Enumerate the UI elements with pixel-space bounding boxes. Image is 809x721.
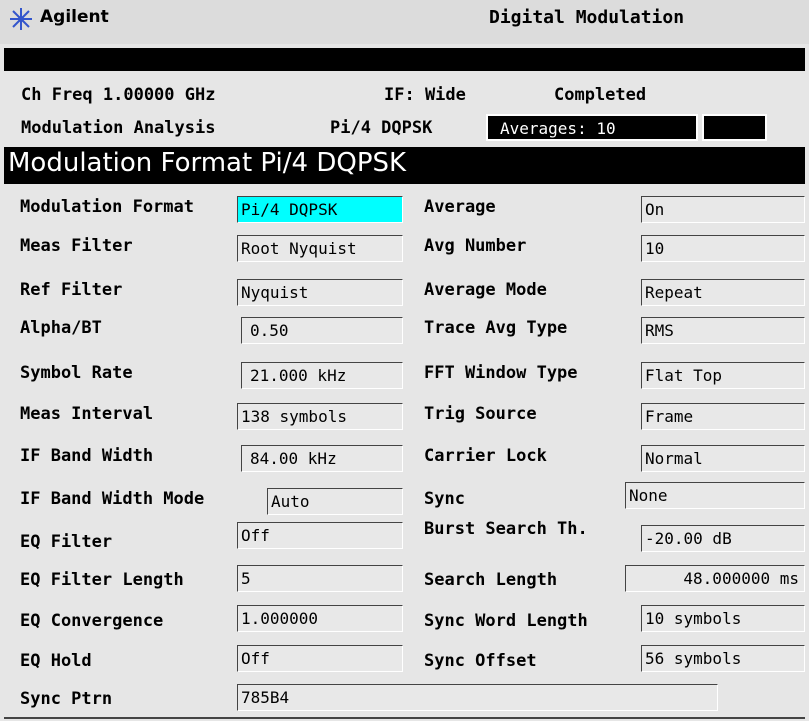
brand-name: Agilent: [40, 7, 109, 27]
eq-filter-label: EQ Filter: [20, 532, 113, 552]
meas-filter-field[interactable]: Root Nyquist: [237, 235, 403, 262]
meas-interval-field[interactable]: 138 symbols: [237, 403, 403, 430]
if-width-status: IF: Wide: [384, 85, 466, 105]
active-function-bar: Modulation Format Pi/4 DQPSK: [4, 147, 805, 184]
modulation-format-label: Modulation Format: [20, 197, 194, 217]
eq-hold-label: EQ Hold: [20, 651, 92, 671]
search-length-field[interactable]: 48.000000 ms: [625, 565, 805, 592]
fft-window-type-field[interactable]: Flat Top: [641, 362, 805, 389]
average-label: Average: [424, 197, 496, 217]
averages-indicator: Averages: 10: [486, 114, 698, 141]
ref-filter-label: Ref Filter: [20, 280, 123, 300]
format-status: Pi/4 DQPSK: [330, 118, 433, 138]
if-band-width-mode-label: IF Band Width Mode: [20, 489, 205, 509]
if-band-width-mode-field[interactable]: Auto: [267, 488, 403, 515]
sync-word-length-label: Sync Word Length: [424, 611, 588, 631]
burst-search-th-label: Burst Search Th.: [424, 519, 588, 539]
averages-count: Averages: 10: [500, 119, 616, 138]
trace-avg-type-field[interactable]: RMS: [641, 317, 805, 344]
trig-source-field[interactable]: Frame: [641, 403, 805, 430]
sync-ptrn-label: Sync Ptrn: [20, 689, 113, 709]
symbol-rate-label: Symbol Rate: [20, 363, 133, 383]
average-mode-label: Average Mode: [424, 280, 547, 300]
bottom-divider: [4, 717, 805, 719]
average-mode-field[interactable]: Repeat: [641, 279, 805, 306]
burst-search-th-field[interactable]: -20.00 dB: [641, 525, 805, 552]
sync-word-length-field[interactable]: 10 symbols: [641, 605, 805, 632]
sync-offset-label: Sync Offset: [424, 651, 537, 671]
meas-interval-label: Meas Interval: [20, 404, 154, 424]
trig-source-label: Trig Source: [424, 404, 537, 424]
channel-frequency: Ch Freq 1.00000 GHz: [21, 85, 216, 105]
sync-label: Sync: [424, 489, 465, 509]
carrier-lock-label: Carrier Lock: [424, 446, 547, 466]
alpha-bt-label: Alpha/BT: [20, 318, 102, 338]
if-band-width-label: IF Band Width: [20, 446, 154, 466]
averages-indicator-extra: [702, 114, 767, 141]
agilent-logo-icon: [10, 8, 32, 30]
measurement-name: Modulation Analysis: [21, 118, 216, 138]
eq-filter-length-label: EQ Filter Length: [20, 570, 184, 590]
ref-filter-field[interactable]: Nyquist: [237, 279, 403, 306]
avg-number-field[interactable]: 10: [641, 235, 805, 262]
trace-avg-type-label: Trace Avg Type: [424, 318, 568, 338]
modulation-format-field[interactable]: Pi/4 DQPSK: [237, 196, 403, 223]
if-band-width-field[interactable]: 84.00 kHz: [241, 445, 403, 472]
eq-convergence-label: EQ Convergence: [20, 611, 164, 631]
meas-filter-label: Meas Filter: [20, 236, 133, 256]
analyzer-screen: Agilent Digital Modulation Ch Freq 1.000…: [0, 0, 809, 721]
sync-offset-field[interactable]: 56 symbols: [641, 645, 805, 672]
title-bar: Agilent Digital Modulation: [0, 0, 809, 44]
carrier-lock-field[interactable]: Normal: [641, 445, 805, 472]
symbol-rate-field[interactable]: 21.000 kHz: [241, 362, 403, 389]
search-length-label: Search Length: [424, 570, 558, 590]
fft-window-type-label: FFT Window Type: [424, 363, 578, 383]
sync-ptrn-field[interactable]: 785B4: [237, 684, 718, 711]
average-field[interactable]: On: [641, 196, 805, 223]
eq-hold-field[interactable]: Off: [237, 645, 403, 672]
mode-title: Digital Modulation: [489, 7, 685, 28]
measurement-state: Completed: [554, 85, 647, 105]
avg-number-label: Avg Number: [424, 236, 527, 256]
active-function-title: Modulation Format Pi/4 DQPSK: [8, 148, 407, 178]
alpha-bt-field[interactable]: 0.50: [241, 317, 403, 344]
eq-filter-length-field[interactable]: 5: [237, 565, 403, 592]
eq-convergence-field[interactable]: 1.000000: [237, 605, 403, 632]
eq-filter-field[interactable]: Off: [237, 522, 403, 549]
sync-field[interactable]: None: [625, 482, 805, 509]
message-bar: [4, 48, 805, 71]
